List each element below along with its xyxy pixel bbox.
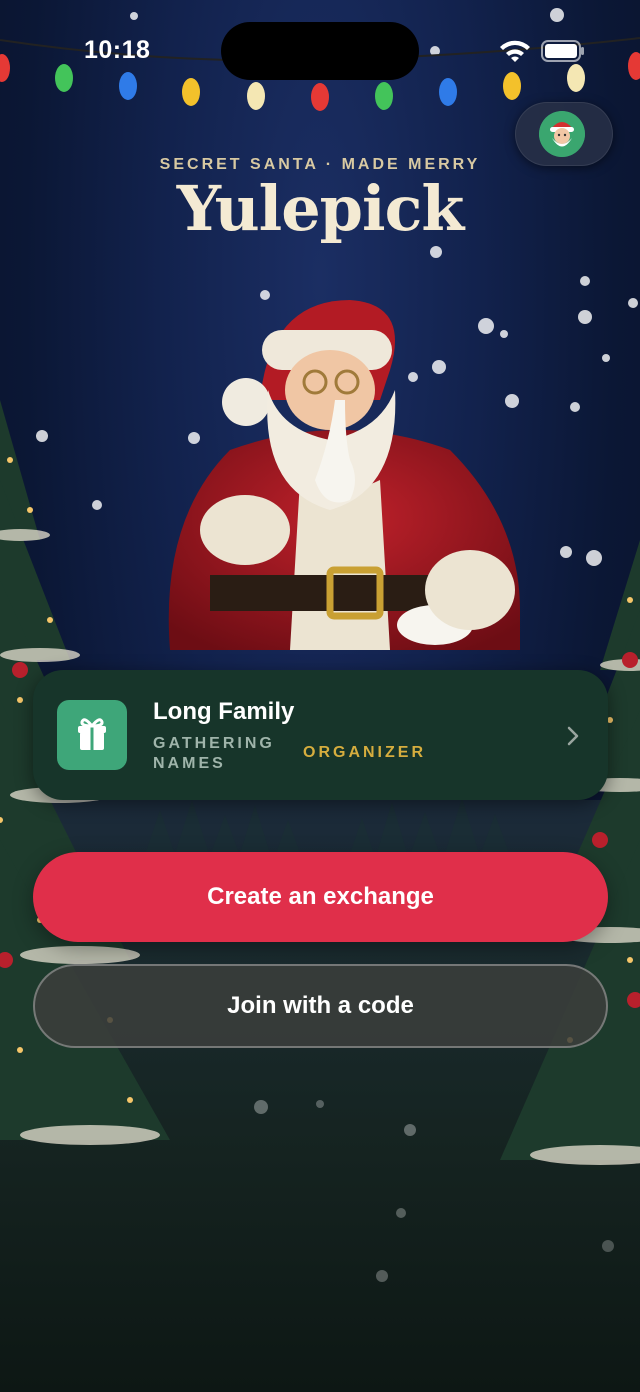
status-bar: 10:18 xyxy=(0,0,640,100)
gift-icon xyxy=(57,700,127,770)
join-with-code-button[interactable]: Join with a code xyxy=(33,964,608,1048)
santa-illustration xyxy=(168,300,520,650)
battery-icon xyxy=(541,40,584,62)
app-title: Yulepick xyxy=(176,172,465,245)
create-exchange-button[interactable]: Create an exchange xyxy=(33,852,608,942)
status-time: 10:18 xyxy=(84,36,151,64)
wifi-icon xyxy=(500,40,530,62)
dynamic-island xyxy=(221,22,419,80)
exchange-card[interactable]: Long Family GATHERING NAMES ORGANIZER xyxy=(33,670,608,800)
exchange-role-badge: ORGANIZER xyxy=(303,744,426,761)
chevron-right-icon xyxy=(567,726,579,746)
santa-avatar-icon xyxy=(539,111,585,157)
exchange-status: GATHERING NAMES xyxy=(153,735,275,772)
exchange-name: Long Family xyxy=(153,698,295,725)
